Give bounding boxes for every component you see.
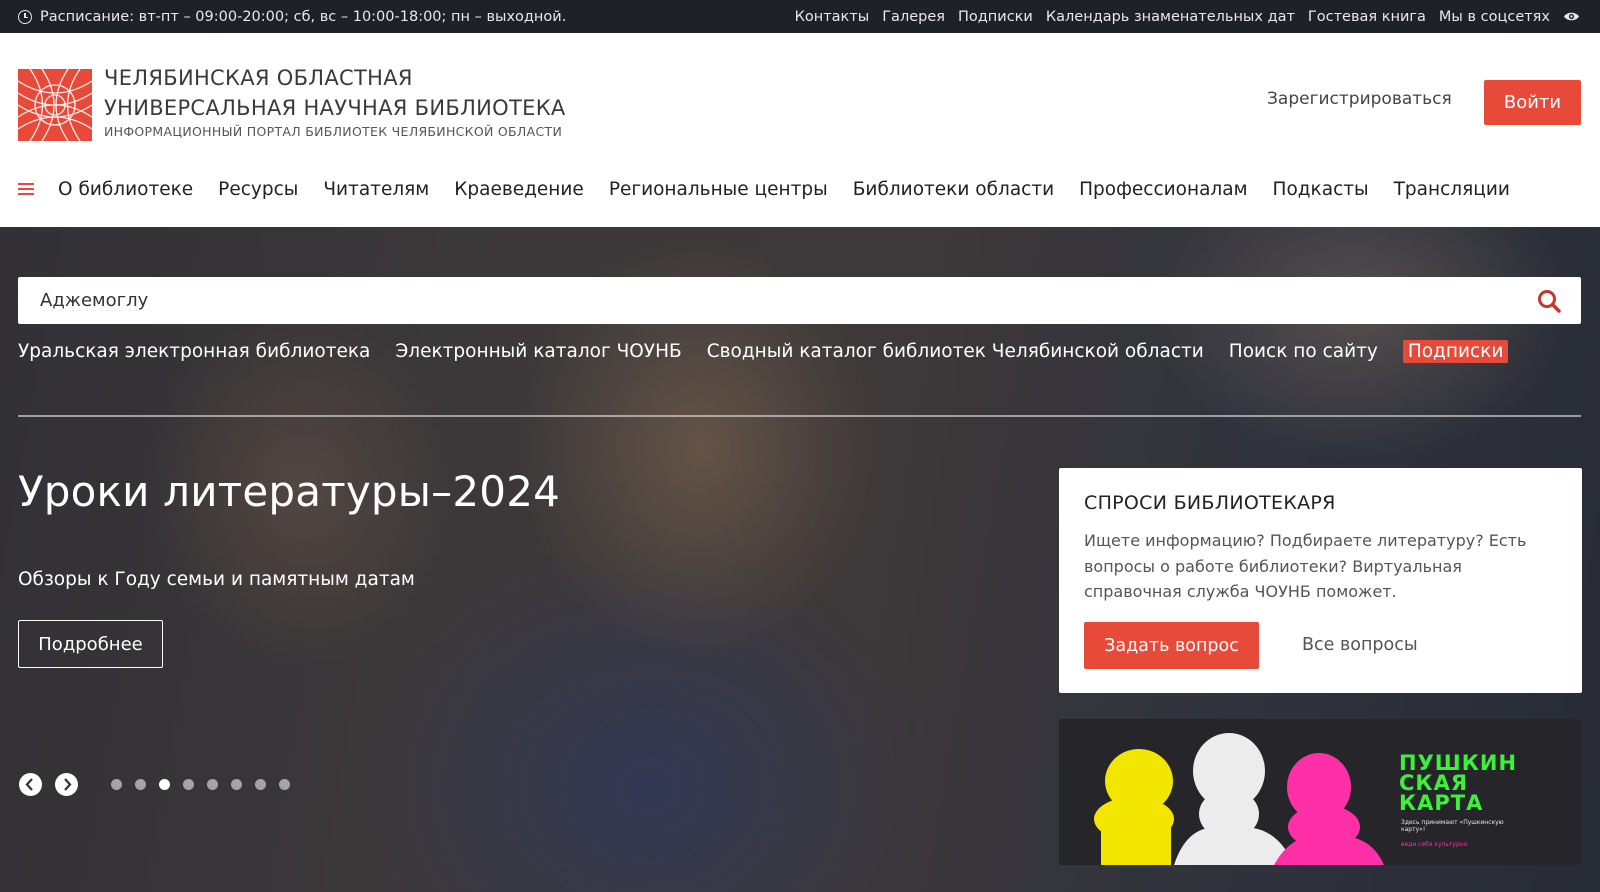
site-header: ЧЕЛЯБИНСКАЯ ОБЛАСТНАЯ УНИВЕРСАЛЬНАЯ НАУЧ… <box>0 33 1600 151</box>
brand-subtitle: ИНФОРМАЦИОННЫЙ ПОРТАЛ БИБЛИОТЕК ЧЕЛЯБИНС… <box>104 124 563 139</box>
nav-item-regional-centers[interactable]: Региональные центры <box>609 179 828 200</box>
quick-link-catalog[interactable]: Электронный каталог ЧОУНБ <box>395 341 681 362</box>
ask-question-button[interactable]: Задать вопрос <box>1084 622 1259 669</box>
slider-dot[interactable] <box>279 779 290 790</box>
nav-item-professionals[interactable]: Профессионалам <box>1079 179 1247 200</box>
slider-dots <box>111 779 290 790</box>
slider-dot[interactable] <box>207 779 218 790</box>
quick-link-subscriptions[interactable]: Подписки <box>1402 340 1509 363</box>
register-link[interactable]: Зарегистрироваться <box>1267 89 1452 109</box>
ask-title: СПРОСИ БИБЛИОТЕКАРЯ <box>1084 492 1336 514</box>
nav-item-broadcasts[interactable]: Трансляции <box>1394 179 1510 200</box>
quick-link-union-catalog[interactable]: Сводный каталог библиотек Челябинской об… <box>707 341 1204 362</box>
pushkin-slogan: веди себя культурно <box>1401 841 1468 848</box>
arrow-left-icon[interactable] <box>19 773 42 796</box>
nav-item-resources[interactable]: Ресурсы <box>218 179 298 200</box>
nav-item-local-history[interactable]: Краеведение <box>454 179 584 200</box>
search-bar <box>18 277 1581 324</box>
schedule: Расписание: вт-пт – 09:00-20:00; сб, вс … <box>18 0 566 33</box>
top-link-guestbook[interactable]: Гостевая книга <box>1308 9 1426 25</box>
quick-link-site-search[interactable]: Поиск по сайту <box>1229 341 1378 362</box>
login-button[interactable]: Войти <box>1484 80 1581 125</box>
schedule-text: Расписание: вт-пт – 09:00-20:00; сб, вс … <box>40 8 567 25</box>
slide-subtitle: Обзоры к Году семьи и памятным датам <box>18 569 415 590</box>
top-link-calendar[interactable]: Календарь знаменательных дат <box>1046 9 1295 25</box>
main-nav: О библиотеке Ресурсы Читателям Краеведен… <box>0 151 1600 227</box>
top-link-social[interactable]: Мы в соцсетях <box>1439 9 1550 25</box>
top-links: Контакты Галерея Подписки Календарь знам… <box>795 0 1580 33</box>
brand-title[interactable]: ЧЕЛЯБИНСКАЯ ОБЛАСТНАЯ УНИВЕРСАЛЬНАЯ НАУЧ… <box>104 63 566 141</box>
slider-dot[interactable] <box>183 779 194 790</box>
slider-dot[interactable] <box>159 779 170 790</box>
clock-icon <box>18 9 32 24</box>
slide-title: Уроки литературы–2024 <box>18 467 561 516</box>
search-input[interactable] <box>40 277 1520 324</box>
top-bar: Расписание: вт-пт – 09:00-20:00; сб, вс … <box>0 0 1600 33</box>
quick-link-ural-library[interactable]: Уральская электронная библиотека <box>18 341 370 362</box>
top-link-gallery[interactable]: Галерея <box>882 9 945 25</box>
top-link-contacts[interactable]: Контакты <box>795 9 870 25</box>
slider-dot[interactable] <box>231 779 242 790</box>
brand-line-1: ЧЕЛЯБИНСКАЯ ОБЛАСТНАЯ <box>104 66 413 90</box>
library-logo[interactable] <box>18 69 92 141</box>
hero-slider: Уральская электронная библиотека Электро… <box>0 227 1600 892</box>
hero-divider <box>18 415 1581 417</box>
more-button[interactable]: Подробнее <box>18 620 163 668</box>
slider-dot[interactable] <box>255 779 266 790</box>
brand-line-2: УНИВЕРСАЛЬНАЯ НАУЧНАЯ БИБЛИОТЕКА <box>104 96 566 120</box>
top-link-subscriptions[interactable]: Подписки <box>958 9 1033 25</box>
search-icon[interactable] <box>1537 289 1561 313</box>
all-questions-link[interactable]: Все вопросы <box>1302 635 1418 655</box>
pushkin-note: Здесь принимают «Пушкинскую карту»! <box>1401 819 1504 833</box>
arrow-right-icon[interactable] <box>55 773 78 796</box>
pushkin-busts-image <box>1094 733 1384 865</box>
nav-item-about[interactable]: О библиотеке <box>58 179 193 200</box>
menu-icon[interactable] <box>18 183 34 195</box>
slider-dot[interactable] <box>111 779 122 790</box>
pushkin-card-banner[interactable]: ПУШКИН СКАЯ КАРТА Здесь принимают «Пушки… <box>1059 719 1582 865</box>
quick-links: Уральская электронная библиотека Электро… <box>18 340 1509 363</box>
pushkin-title: ПУШКИН СКАЯ КАРТА <box>1399 751 1518 815</box>
nav-item-readers[interactable]: Читателям <box>323 179 429 200</box>
ask-librarian-card: СПРОСИ БИБЛИОТЕКАРЯ Ищете информацию? По… <box>1059 468 1582 693</box>
nav-item-region-libraries[interactable]: Библиотеки области <box>853 179 1054 200</box>
ask-description: Ищете информацию? Подбираете литературу?… <box>1084 531 1527 601</box>
eye-icon[interactable] <box>1563 11 1580 22</box>
nav-item-podcasts[interactable]: Подкасты <box>1273 179 1369 200</box>
slider-dot[interactable] <box>135 779 146 790</box>
